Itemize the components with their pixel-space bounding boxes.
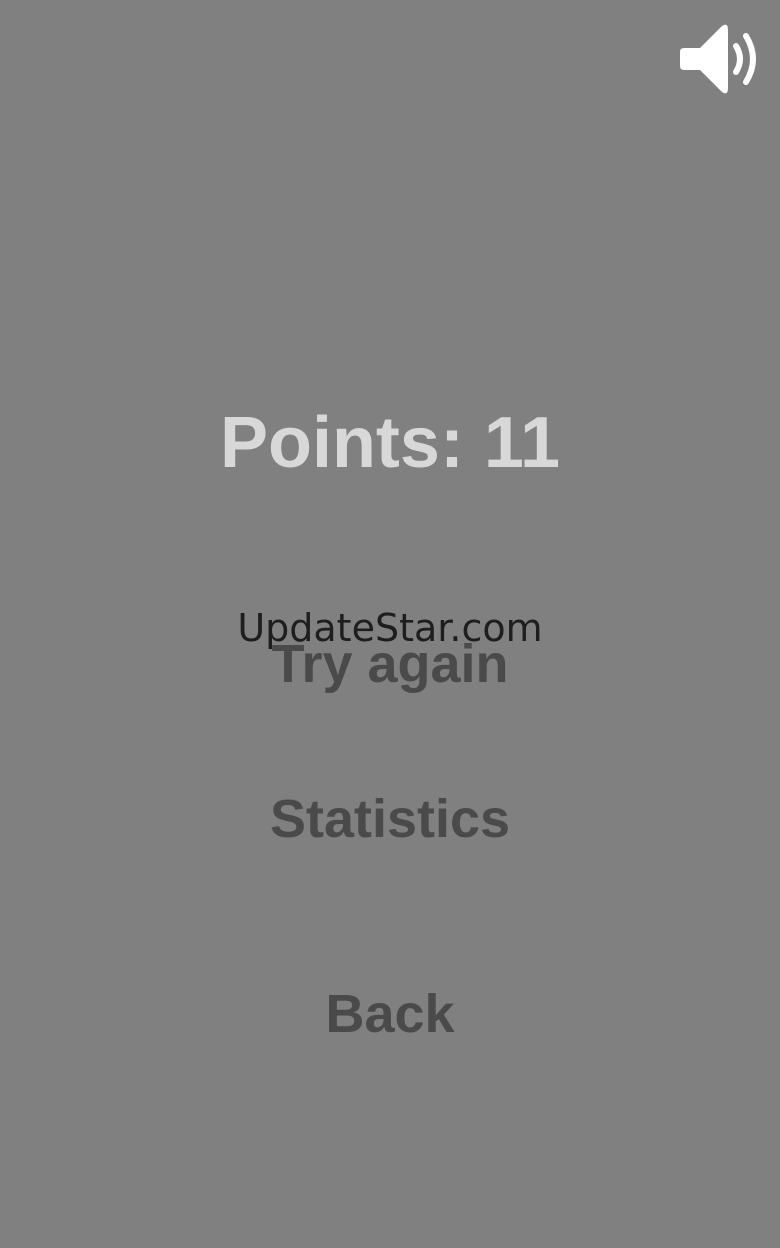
try-again-button[interactable]: Try again: [0, 629, 780, 699]
speaker-volume-icon: [680, 24, 756, 94]
sound-toggle-button[interactable]: [680, 20, 764, 98]
back-button[interactable]: Back: [0, 979, 780, 1049]
statistics-button[interactable]: Statistics: [0, 784, 780, 854]
game-over-screen: Points: 11 Try again UpdateStar.com Stat…: [0, 0, 780, 1248]
points-score: Points: 11: [219, 403, 561, 483]
